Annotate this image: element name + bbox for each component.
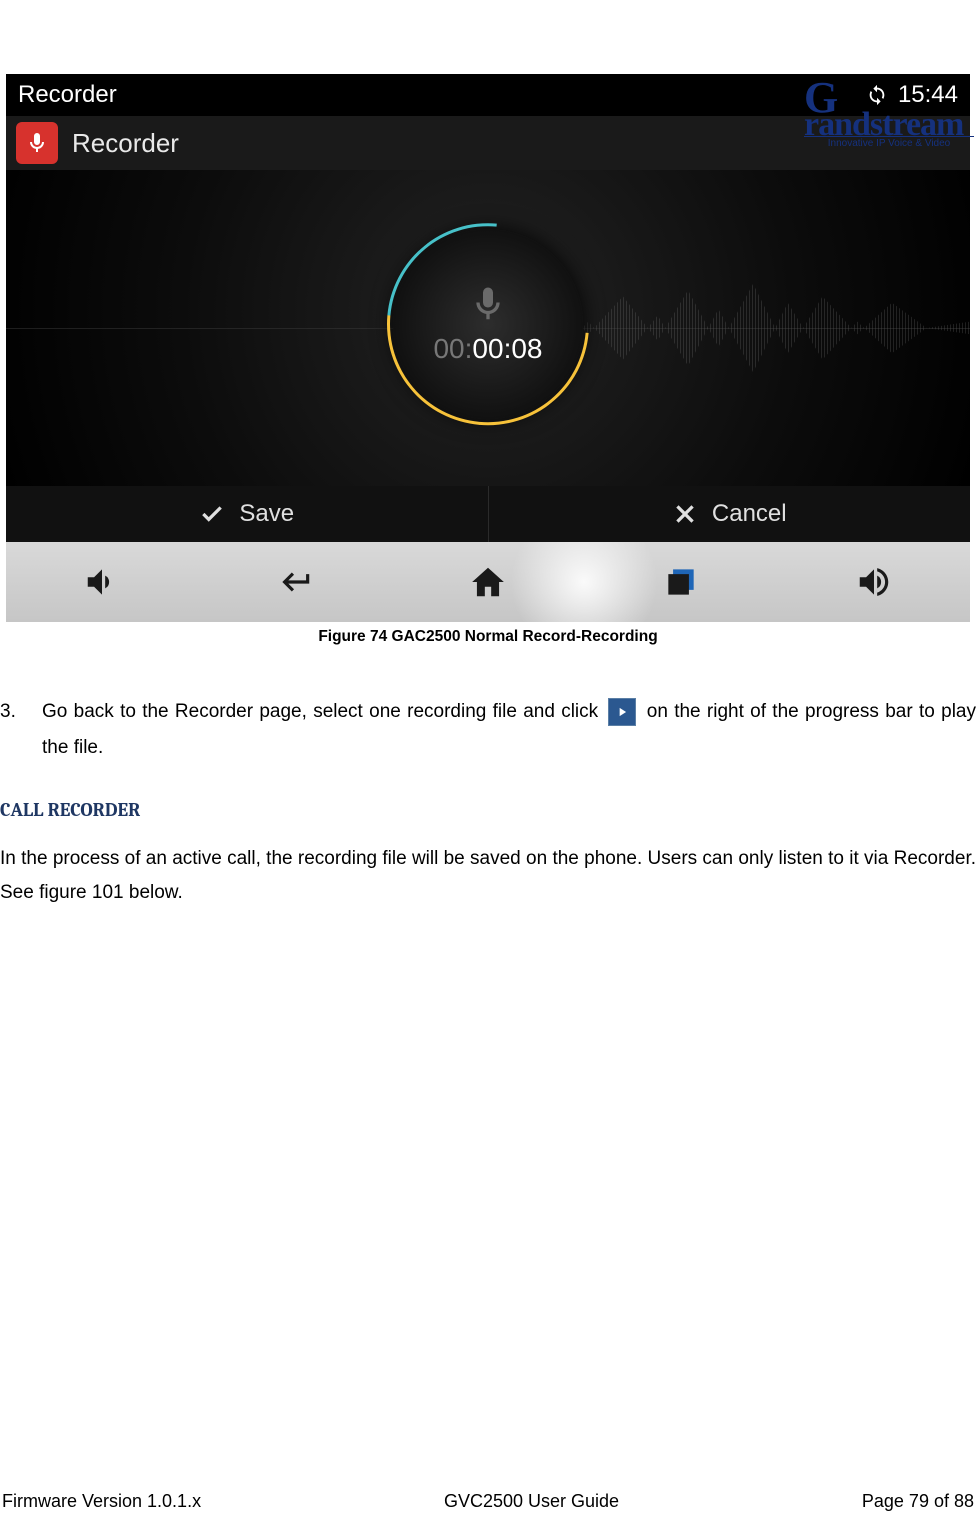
recents-icon bbox=[662, 563, 700, 601]
action-bar: Save Cancel bbox=[6, 486, 970, 542]
back-icon bbox=[276, 563, 314, 601]
nav-back-button[interactable] bbox=[199, 542, 392, 622]
brand-tagline: Innovative IP Voice & Video bbox=[804, 136, 974, 149]
home-icon bbox=[469, 563, 507, 601]
system-nav-bar bbox=[6, 542, 970, 622]
nav-recents-button[interactable] bbox=[584, 542, 777, 622]
app-mic-icon bbox=[16, 122, 58, 164]
recording-canvas: 00:00:08 bbox=[6, 170, 970, 486]
footer-title: GVC2500 User Guide bbox=[444, 1491, 619, 1512]
save-button[interactable]: Save bbox=[6, 486, 489, 542]
list-text-before: Go back to the Recorder page, select one… bbox=[42, 701, 598, 722]
volume-down-icon bbox=[83, 563, 121, 601]
footer-firmware: Firmware Version 1.0.1.x bbox=[2, 1491, 201, 1512]
footer-page: Page 79 of 88 bbox=[862, 1491, 974, 1512]
brand-name: Grandstream bbox=[804, 76, 974, 138]
figure-caption: Figure 74 GAC2500 Normal Record-Recordin… bbox=[0, 628, 976, 646]
play-icon bbox=[608, 698, 636, 726]
nav-volume-down-button[interactable] bbox=[6, 542, 199, 622]
check-icon bbox=[199, 501, 225, 527]
nav-home-button[interactable] bbox=[392, 542, 585, 622]
list-number: 3. bbox=[0, 694, 20, 730]
cancel-button[interactable]: Cancel bbox=[489, 486, 971, 542]
nav-volume-up-button[interactable] bbox=[777, 542, 970, 622]
close-icon bbox=[672, 501, 698, 527]
brand-logo: Grandstream Innovative IP Voice & Video bbox=[804, 76, 974, 149]
paragraph-call-recorder: In the process of an active call, the re… bbox=[0, 842, 976, 909]
dial-mic-icon bbox=[468, 284, 508, 329]
ordered-list-item-3: 3. Go back to the Recorder page, select … bbox=[0, 694, 976, 766]
cancel-label: Cancel bbox=[712, 500, 787, 528]
status-app-label: Recorder bbox=[18, 81, 117, 109]
waveform-graphic bbox=[536, 265, 970, 391]
recording-timer: 00:00:08 bbox=[433, 333, 542, 365]
save-label: Save bbox=[239, 500, 294, 528]
record-dial[interactable]: 00:00:08 bbox=[393, 229, 583, 419]
volume-up-icon bbox=[855, 563, 893, 601]
app-title: Recorder bbox=[72, 128, 179, 159]
page-footer: Firmware Version 1.0.1.x GVC2500 User Gu… bbox=[0, 1491, 976, 1512]
section-heading-call-recorder: CALL RECORDER bbox=[0, 792, 976, 828]
figure-screenshot: Recorder 15:44 Recorder 00:00:08 Save bbox=[6, 74, 970, 622]
